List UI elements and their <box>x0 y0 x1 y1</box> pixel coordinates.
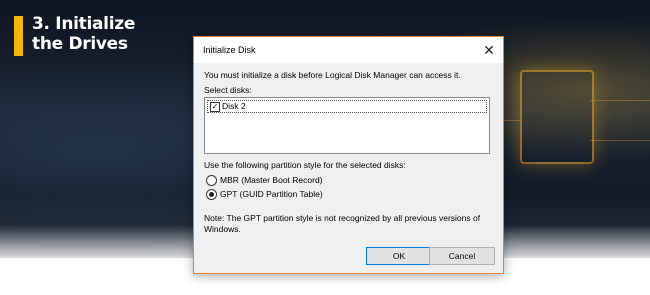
circuit-trace <box>590 100 650 101</box>
mbr-label[interactable]: MBR (Master Boot Record) <box>220 175 323 185</box>
partition-style-label: Use the following partition style for th… <box>204 160 406 170</box>
note-line-1: Note: The GPT partition style is not rec… <box>204 213 481 223</box>
intro-text: You must initialize a disk before Logica… <box>204 70 461 80</box>
initialize-disk-dialog: Initialize Disk ✕ You must initialize a … <box>193 36 504 274</box>
disk-label: Disk 2 <box>222 101 246 111</box>
dialog-titlebar: Initialize Disk ✕ <box>194 37 503 63</box>
note-line-2: Windows. <box>204 224 241 234</box>
list-item[interactable]: ✓ Disk 2 <box>207 100 487 113</box>
banner-heading-line2: the Drives <box>32 34 128 54</box>
accent-bar <box>14 16 23 56</box>
select-disks-label: Select disks: <box>204 85 252 95</box>
circuit-chip-graphic <box>520 70 594 164</box>
disk-list[interactable]: ✓ Disk 2 <box>204 97 490 154</box>
mbr-radio[interactable] <box>206 175 217 186</box>
ok-button[interactable]: OK <box>366 247 432 265</box>
close-icon[interactable]: ✕ <box>481 42 497 58</box>
banner-heading: 3. Initialize the Drives <box>32 14 135 54</box>
disk-checkbox[interactable]: ✓ <box>210 102 220 112</box>
gpt-label[interactable]: GPT (GUID Partition Table) <box>220 189 323 199</box>
dialog-title: Initialize Disk <box>203 45 256 55</box>
banner-heading-line1: 3. Initialize <box>32 14 136 34</box>
radio-selected-dot <box>209 192 214 197</box>
cancel-button[interactable]: Cancel <box>429 247 495 265</box>
circuit-trace <box>590 140 650 141</box>
gpt-radio[interactable] <box>206 189 217 200</box>
